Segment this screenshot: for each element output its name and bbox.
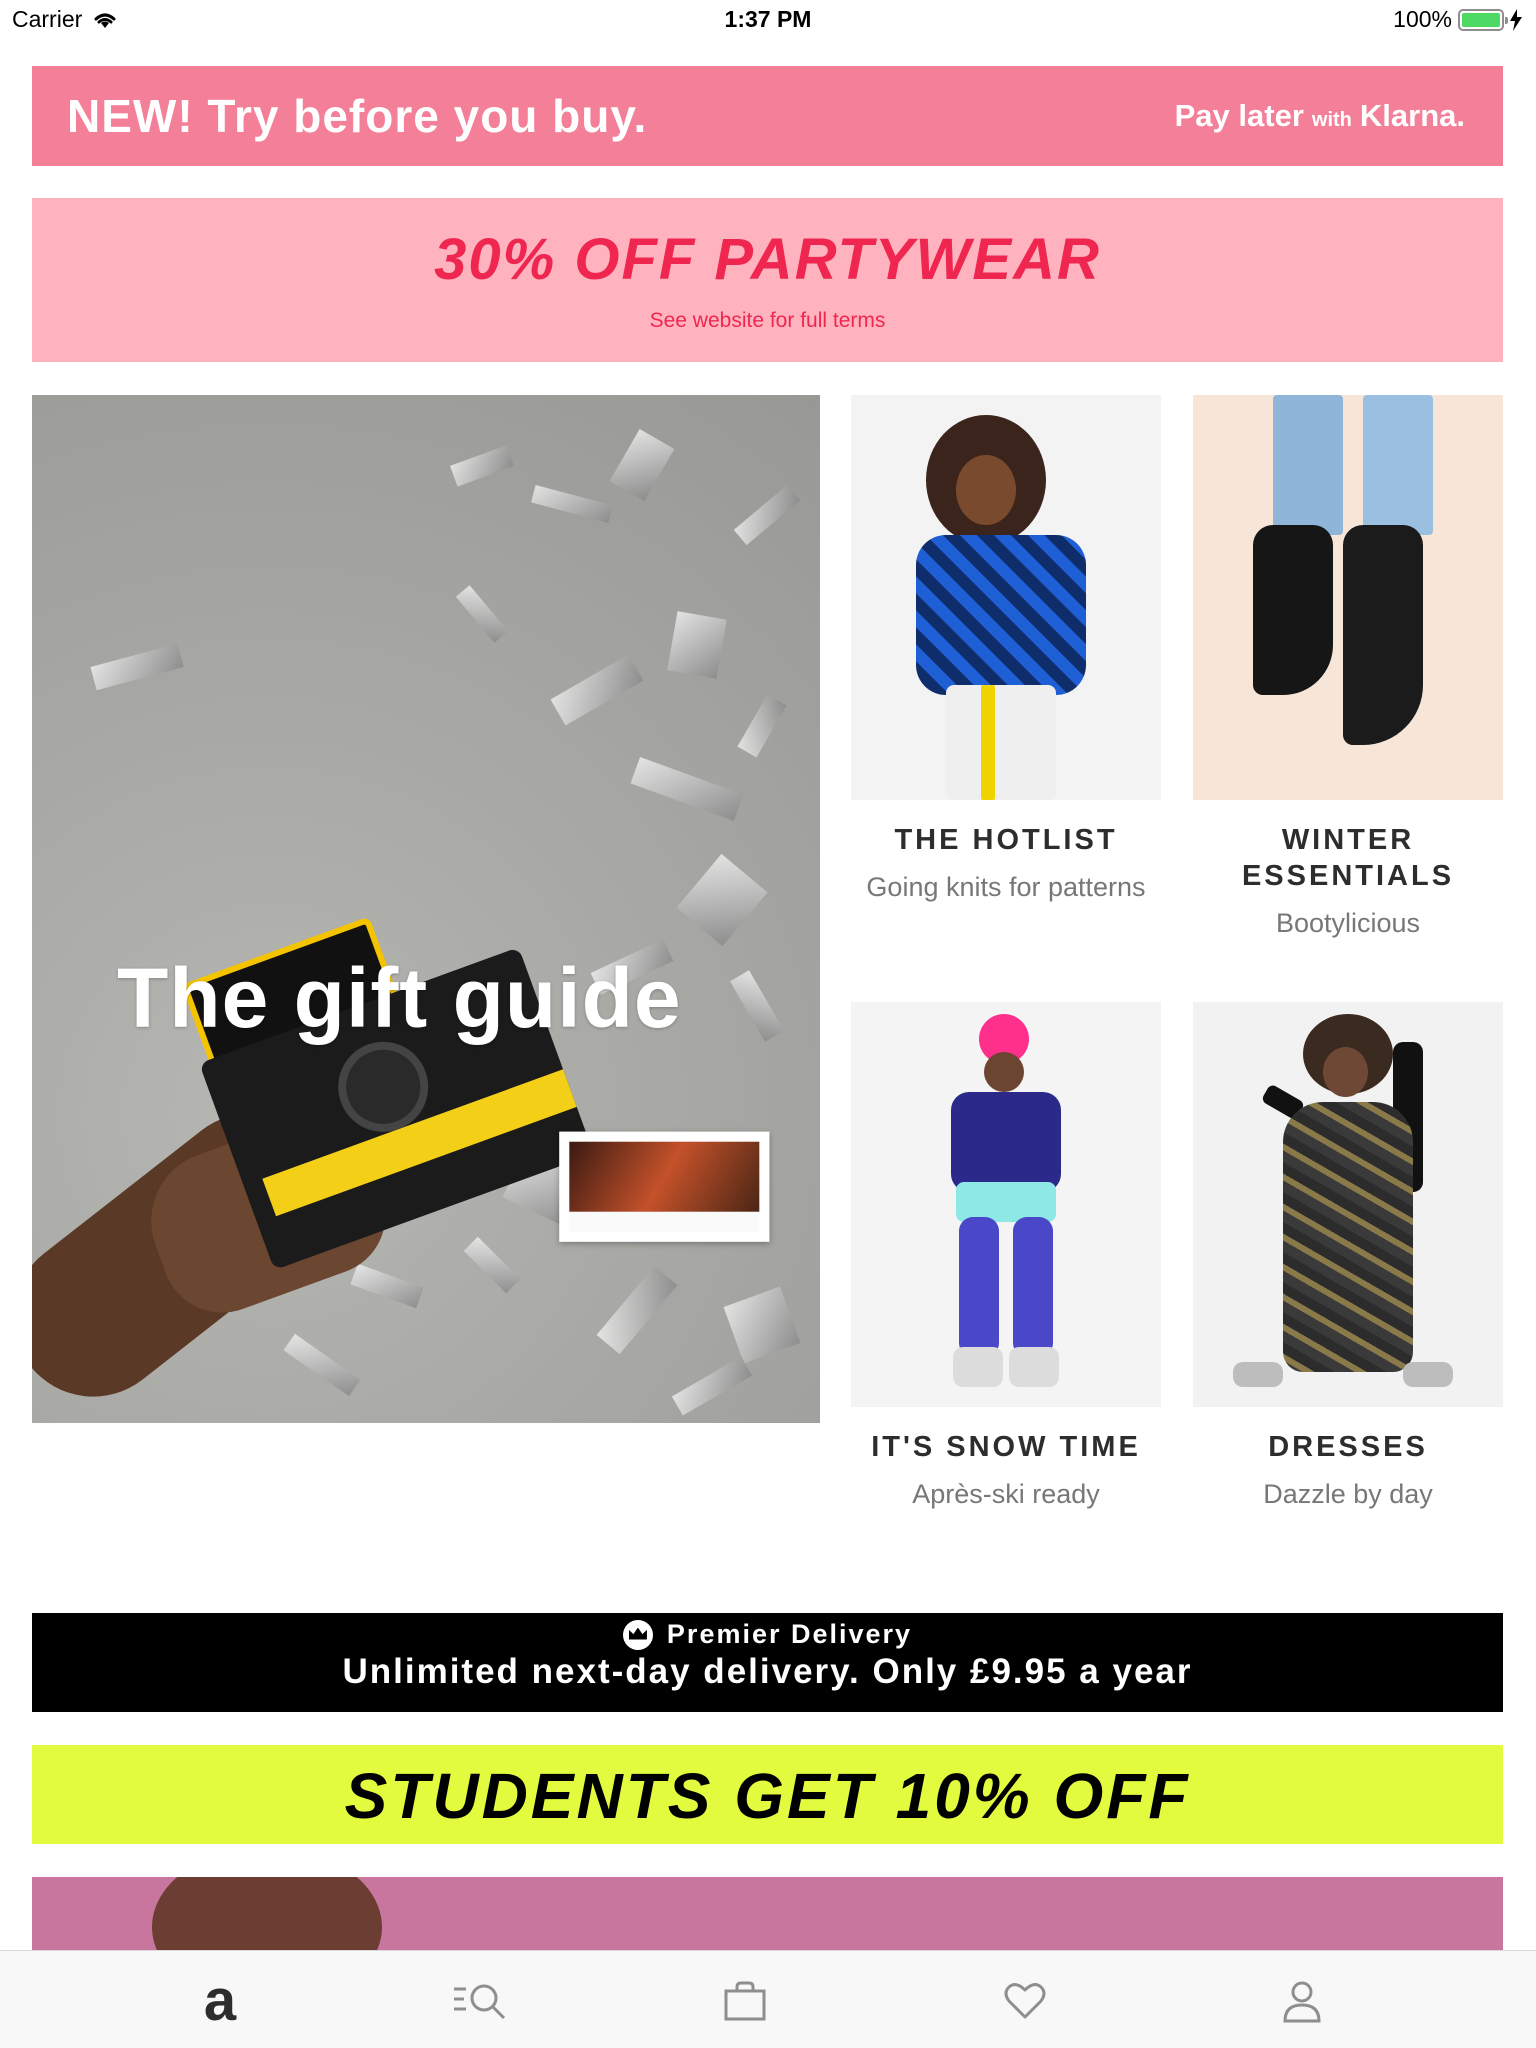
- battery-indicator: 100%: [1393, 6, 1522, 33]
- profile-icon: [1283, 1981, 1321, 2023]
- klarna-banner[interactable]: NEW! Try before you buy. Pay later with …: [32, 66, 1503, 166]
- tab-saved[interactable]: [995, 1971, 1055, 2031]
- tab-account[interactable]: [1272, 1971, 1332, 2031]
- tile-subtitle: Après-ski ready: [912, 1479, 1100, 1509]
- tile-title: DRESSES: [1268, 1431, 1428, 1463]
- search-icon: [454, 1984, 506, 2020]
- clock: 1:37 PM: [724, 6, 812, 32]
- premier-offer: Unlimited next-day delivery. Only £9.95 …: [342, 1652, 1193, 1691]
- tab-search[interactable]: [451, 1971, 511, 2031]
- outlet-banner[interactable]: OUTLET: [32, 1877, 1503, 1957]
- tile-title: THE HOTLIST: [894, 824, 1118, 856]
- battery-percent: 100%: [1393, 6, 1452, 32]
- tile-image-snow-time: [851, 1002, 1161, 1407]
- tile-image-winter-essentials: [1193, 395, 1503, 800]
- klarna-pay-later: Pay later with Klarna.: [1175, 98, 1465, 134]
- battery-icon: [1458, 8, 1508, 31]
- tile-winter-essentials[interactable]: WINTER ESSENTIALS Bootylicious: [1193, 395, 1503, 939]
- status-bar: Carrier 1:37 PM 100%: [0, 0, 1536, 40]
- tile-title: IT'S SNOW TIME: [871, 1431, 1141, 1463]
- tile-subtitle: Dazzle by day: [1263, 1479, 1433, 1509]
- tab-bag[interactable]: [715, 1971, 775, 2031]
- charging-bolt-icon: [1510, 8, 1522, 31]
- tile-title: WINTER ESSENTIALS: [1241, 824, 1455, 892]
- tile-snow-time[interactable]: IT'S SNOW TIME Après-ski ready: [851, 1002, 1161, 1510]
- sale-title: 30% OFF PARTYWEAR: [434, 227, 1101, 292]
- tile-subtitle: Going knits for patterns: [866, 872, 1146, 902]
- student-discount-banner[interactable]: STUDENTS GET 10% OFF: [32, 1745, 1503, 1844]
- home-logo-icon: a: [203, 1968, 237, 2033]
- hero-title: The gift guide: [117, 951, 682, 1045]
- tile-hotlist[interactable]: THE HOTLIST Going knits for patterns: [851, 395, 1161, 903]
- tab-bar: a: [0, 1950, 1536, 2048]
- sale-terms: See website for full terms: [649, 309, 886, 332]
- with-text: with: [1311, 109, 1352, 131]
- premier-delivery-banner[interactable]: Premier Delivery Unlimited next-day deli…: [32, 1613, 1503, 1712]
- tile-image-hotlist: [851, 395, 1161, 800]
- crown-icon: [622, 1619, 653, 1650]
- premier-label: Premier Delivery: [666, 1619, 913, 1649]
- tab-home[interactable]: a: [190, 1971, 250, 2031]
- heart-icon: [1004, 1983, 1046, 2019]
- klarna-logo: Klarna.: [1359, 98, 1465, 133]
- tile-subtitle: Bootylicious: [1275, 908, 1421, 938]
- tile-dresses[interactable]: DRESSES Dazzle by day: [1193, 1002, 1503, 1510]
- klarna-headline: NEW! Try before you buy.: [67, 90, 648, 142]
- gift-guide-hero[interactable]: The gift guide: [32, 395, 820, 1423]
- partywear-sale-banner[interactable]: 30% OFF PARTYWEAR See website for full t…: [32, 198, 1503, 362]
- student-discount-text: STUDENTS GET 10% OFF: [344, 1760, 1191, 1832]
- tile-image-dresses: [1193, 1002, 1503, 1407]
- premier-label-row: Premier Delivery: [32, 1619, 1503, 1650]
- bag-icon: [724, 1981, 766, 2021]
- pay-later-text: Pay later: [1174, 98, 1304, 133]
